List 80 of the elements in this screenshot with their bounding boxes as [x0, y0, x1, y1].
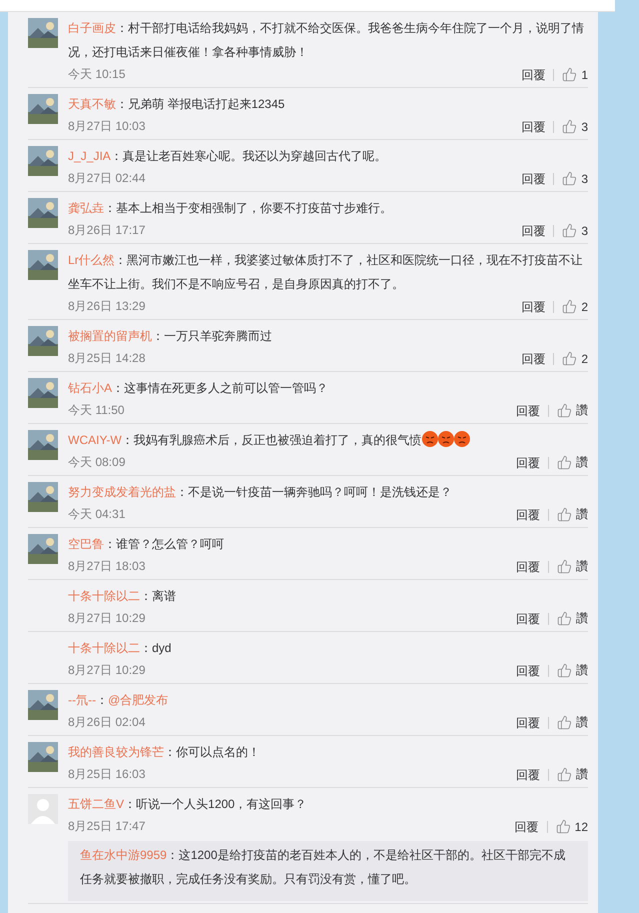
comment-time: 8月25日 16:03: [68, 766, 146, 783]
comment-time: 今天 11:50: [68, 402, 126, 419]
like-button[interactable]: 讚: [557, 454, 588, 471]
comment-time: 8月27日 10:29: [68, 662, 146, 679]
like-button[interactable]: 讚: [557, 714, 588, 731]
thumbs-up-icon: [562, 299, 578, 314]
thumbs-up-icon: [562, 351, 578, 366]
comment-time: 今天 10:15: [68, 66, 126, 83]
like-button[interactable]: 12: [556, 819, 588, 834]
comment-time: 今天 04:31: [68, 506, 126, 523]
comment-time: 8月26日 17:17: [68, 222, 146, 239]
comment-text: 白子画皮：村干部打电话给我妈妈，不打就不给交医保。我爸爸生病今年住院了一个月，说明了情况，还打电话来日催夜催！拿各种事情威胁！: [68, 20, 585, 61]
reply-link[interactable]: 回覆: [516, 508, 549, 520]
reply-link[interactable]: 回覆: [521, 300, 554, 312]
reply-link[interactable]: 回覆: [521, 120, 554, 132]
comment-text: 天真不敏：兄弟萌 举报电话打起来12345: [68, 96, 286, 113]
comment-text: 被搁置的留声机：一万只羊驼奔腾而过: [68, 328, 273, 345]
default-avatar-icon: [28, 794, 58, 824]
like-button[interactable]: 讚: [557, 662, 588, 679]
comment-text: 十条十除以二：dyd: [68, 640, 172, 657]
angry-face-icon: [422, 431, 438, 447]
reply-link[interactable]: 回覆: [516, 612, 549, 624]
like-button[interactable]: 3: [562, 171, 588, 186]
like-button[interactable]: 讚: [557, 506, 588, 523]
thumbs-up-icon: [562, 119, 578, 134]
like-button[interactable]: 2: [562, 351, 588, 366]
reply-link[interactable]: 回覆: [516, 404, 549, 416]
thumbs-up-icon: [557, 559, 572, 574]
comment-time: 8月27日 02:44: [68, 170, 146, 187]
thumbs-up-icon: [562, 223, 578, 238]
like-button[interactable]: 1: [562, 67, 588, 82]
comment-text: 五饼二鱼V：听说一个人头1200，有这回事？: [68, 796, 308, 813]
comment-text: 龚弘垚：基本上相当于变相强制了，你要不打疫苗寸步难行。: [68, 200, 393, 217]
reply-link[interactable]: 回覆: [516, 456, 549, 468]
thumbs-up-icon: [562, 67, 578, 82]
thumbs-up-icon: [557, 403, 572, 418]
reply-link[interactable]: 回覆: [516, 716, 549, 728]
comment-time: 8月25日 14:28: [68, 350, 146, 367]
like-button[interactable]: 3: [562, 119, 588, 134]
comment-time: 8月26日 02:04: [68, 714, 146, 731]
reply-link[interactable]: 回覆: [521, 352, 554, 364]
thumbs-up-icon: [557, 507, 572, 522]
reply-text: 鱼在水中游9959：这1200是给打疫苗的老百姓本人的，不是给社区干部的。社区干部完不成任务就要被撤职，完成任务没有奖励。只有罚没有赏，懂了吧。: [68, 841, 588, 901]
comment-text: J_J_JIA：真是让老百姓寒心呢。我还以为穿越回古代了呢。: [68, 148, 388, 165]
comment-text: WCAIY-W：我妈有乳腺癌术后，反正也被强迫着打了，真的很气愤: [68, 428, 588, 452]
like-button[interactable]: 3: [562, 223, 588, 238]
comment-time: 8月25日 17:47: [68, 818, 146, 835]
reply-link[interactable]: 回覆: [516, 768, 549, 780]
thumbs-up-icon: [557, 767, 572, 782]
reply-link[interactable]: 回覆: [521, 172, 554, 184]
reply-link[interactable]: 回覆: [521, 224, 554, 236]
reply-link[interactable]: 回覆: [514, 820, 548, 832]
comment-text: 钻石小A：这事情在死更多人之前可以管一管吗？: [68, 380, 330, 397]
comment-time: 今天 08:09: [68, 454, 126, 471]
thumbs-up-icon: [557, 455, 572, 470]
comment-text: 十条十除以二：离谱: [68, 588, 177, 605]
angry-face-icon: [438, 431, 454, 447]
like-button[interactable]: 2: [562, 299, 588, 314]
thumbs-up-icon: [562, 171, 578, 186]
comment-time: 8月26日 13:29: [68, 298, 146, 315]
comment-text: Lr什么然：黑河市嫩江也一样，我婆婆过敏体质打不了，社区和医院统一口径，现在不打疫苗不让坐车不让上街。我们不是不响应号召，是自身原因真的打不了。: [68, 252, 584, 293]
comment-time: 8月27日 18:03: [68, 558, 146, 575]
thumbs-up-icon: [556, 819, 571, 834]
like-button[interactable]: 讚: [557, 402, 588, 419]
reply-link[interactable]: 回覆: [521, 68, 554, 80]
thumbs-up-icon: [557, 715, 572, 730]
thumbs-up-icon: [557, 611, 572, 626]
angry-face-icon: [454, 431, 470, 447]
thumbs-up-icon: [557, 663, 572, 678]
comment-text: 努力变成发着光的盐：不是说一针疫苗一辆奔驰吗？呵呵！是洗钱还是？: [68, 484, 453, 501]
like-button[interactable]: 讚: [557, 610, 588, 627]
like-button[interactable]: 讚: [557, 766, 588, 783]
comment-text: --氘--：@合肥发布: [68, 692, 170, 709]
reply-link[interactable]: 回覆: [516, 664, 549, 676]
comment-text: 我的善良较为锋芒：你可以点名的！: [68, 744, 261, 761]
reply-link[interactable]: 回覆: [516, 560, 549, 572]
like-button[interactable]: 讚: [557, 558, 588, 575]
comment-time: 8月27日 10:03: [68, 118, 146, 135]
comment-text: 空巴鲁：谁管？怎么管？呵呵: [68, 536, 225, 553]
comment-time: 8月27日 10:29: [68, 610, 146, 627]
